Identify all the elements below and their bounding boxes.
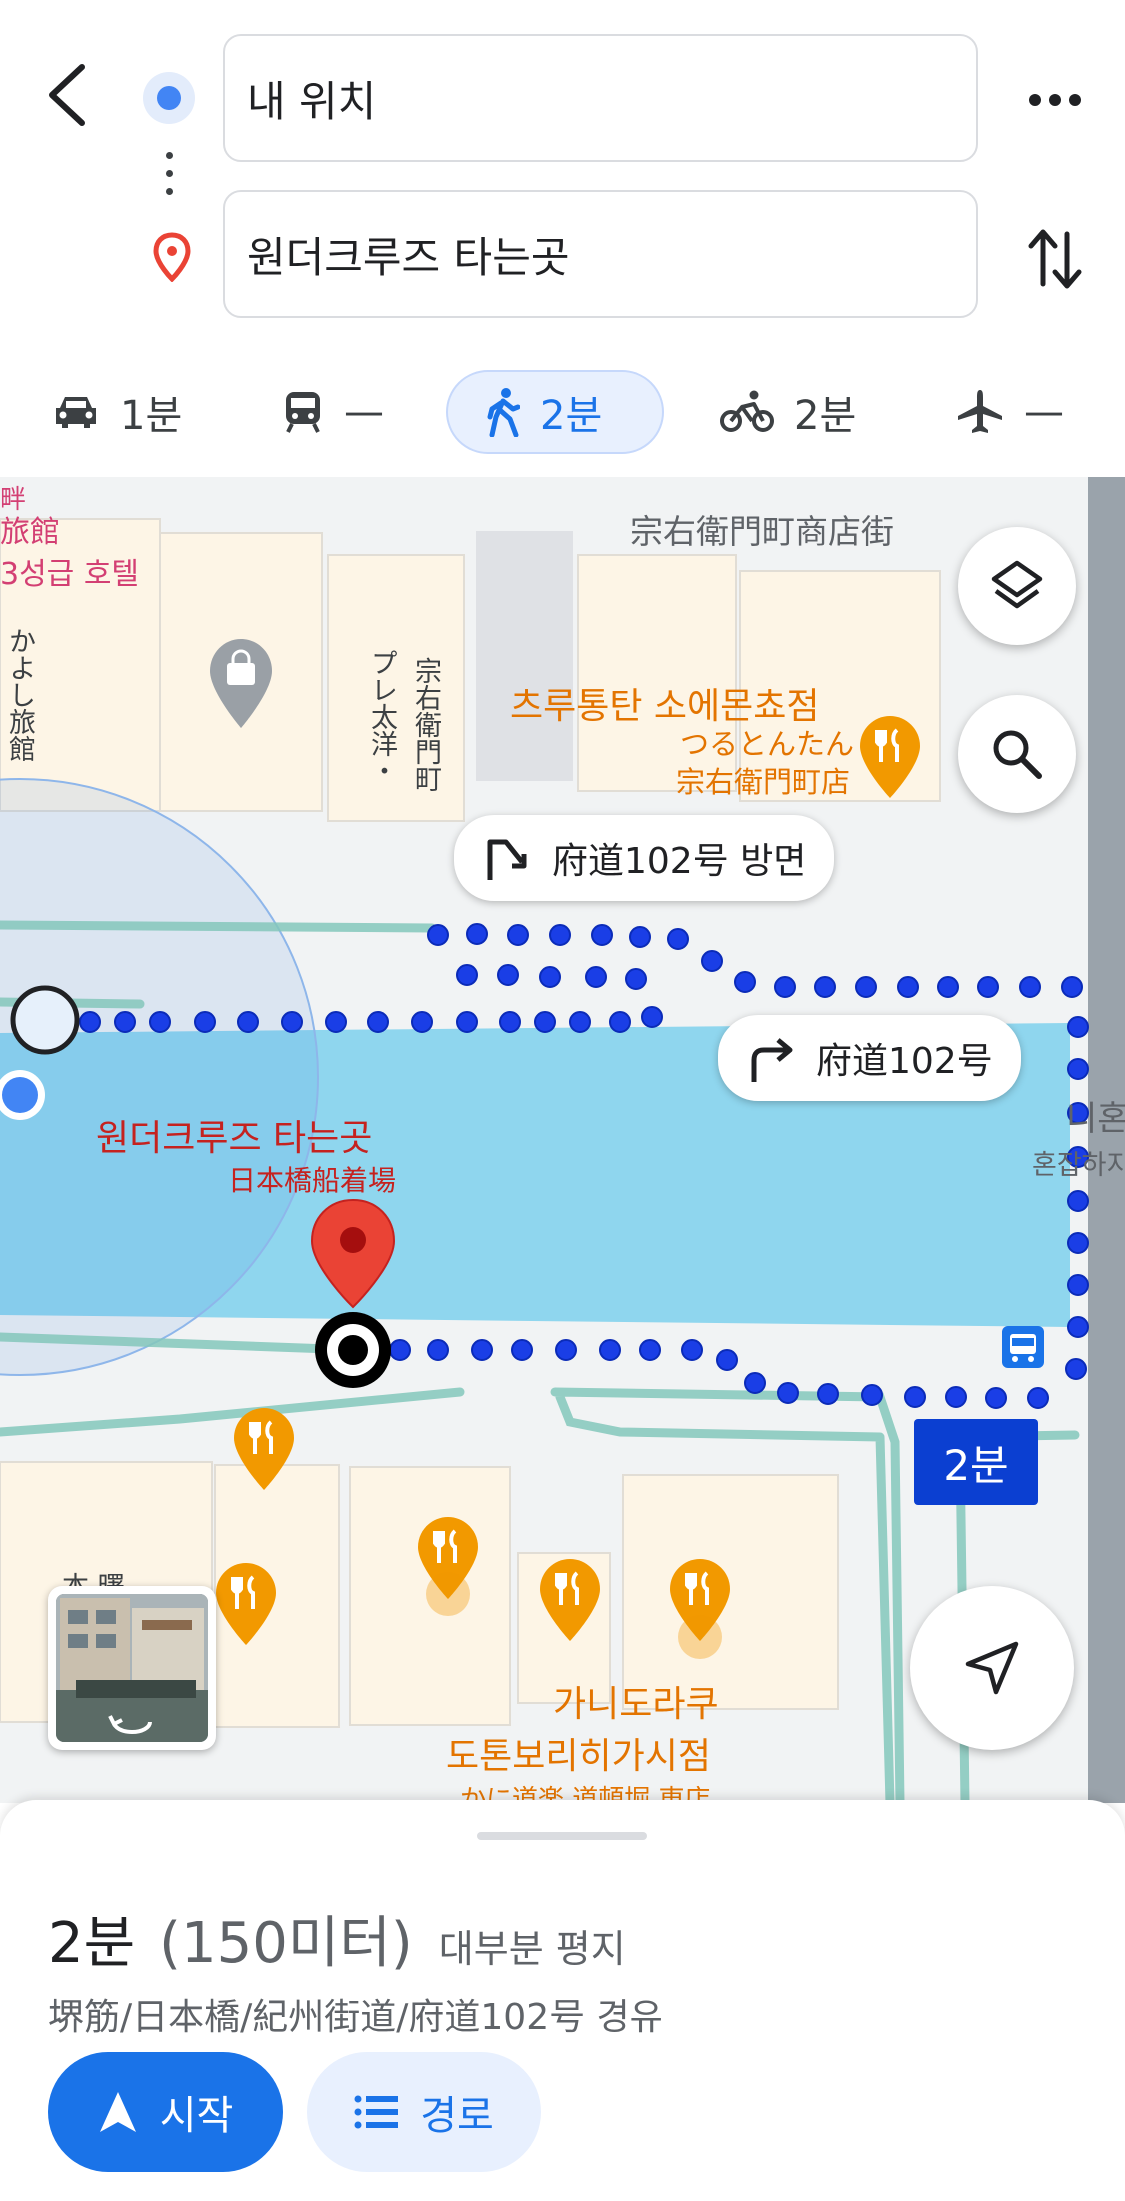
restaurant-sub-label: つるとんたん [680,727,855,761]
origin-location-icon [143,72,195,124]
street-view-image [56,1594,208,1742]
layers-icon [991,560,1043,609]
restaurant-sub-label: 宗右衛門町店 [676,765,851,799]
area-label: 니혼 [1066,1099,1125,1139]
building-label: プレ太洋・ [366,649,397,784]
destination-field[interactable] [223,190,978,318]
route-distance: (150미터) [159,1911,413,1976]
turn-right-icon [751,1038,793,1082]
restaurant-name-label: 가니도라쿠 [553,1684,719,1725]
back-arrow-icon [49,64,85,126]
tab-transit[interactable]: — [282,370,384,454]
tab-walking[interactable]: 2분 [446,370,664,454]
tab-flight[interactable]: — [956,370,1064,454]
turn-callout[interactable]: 府道102号 [718,1015,1021,1101]
bike-icon [720,390,774,432]
turn-right-icon [487,839,527,880]
more-options-button[interactable] [1025,80,1085,120]
destination-input[interactable] [247,192,947,316]
turn-callout-label: 府道102号 방면 [552,841,807,882]
route-summary: 2분 (150미터) 대부분 평지 [48,1898,626,1979]
route-start-marker [10,985,80,1055]
steps-button[interactable]: 경로 [307,2052,541,2172]
car-icon [56,397,96,428]
tab-walking-label: 2분 [540,393,603,439]
navigation-arrow-icon [965,1641,1019,1695]
search-icon [993,730,1042,779]
street-view-thumbnail[interactable] [48,1586,216,1750]
origin-field[interactable] [223,34,978,162]
navigation-start-icon [99,2092,136,2132]
destination-label: 원더크루즈 타는곳 [96,1118,373,1159]
route-terrain: 대부분 평지 [438,1927,626,1971]
plane-icon [958,390,1002,433]
tab-driving-label: 1분 [120,393,183,439]
back-button[interactable] [40,55,100,135]
turn-callout-label: 府道102号 [816,1041,993,1082]
area-label: 혼잡하지 [1032,1150,1125,1181]
destination-pin-icon [153,232,191,282]
steps-button-label: 경로 [420,2093,494,2139]
tab-driving[interactable]: 1분 [52,370,182,454]
layers-button[interactable] [958,527,1076,645]
street-label: 宗右衛門町商店街 [630,512,894,551]
route-via: 堺筋/日本橋/紀州街道/府道102号 경유 [48,1997,663,2038]
hotel-label: 旅館 [0,515,60,550]
map-view[interactable]: 畔 旅館 3성급 호텔 宗右衛門町商店街 かよし旅館 プレ太洋・ 宗右衛門町 츠… [0,477,1125,1803]
hotel-rating-label: 3성급 호텔 [0,557,140,592]
turn-callout[interactable]: 府道102号 방면 [454,815,835,901]
train-icon [286,392,320,433]
route-connector-icon [166,152,174,202]
origin-input[interactable] [247,36,947,160]
start-button[interactable]: 시작 [48,2052,283,2172]
tab-flight-label: — [1024,389,1064,435]
swap-directions-button[interactable] [1025,224,1085,294]
restaurant-name-label: 도톤보리히가시점 [446,1736,711,1777]
directions-header: 1분 — 2분 2분 [0,0,1125,477]
list-icon [354,2095,399,2129]
travel-mode-tabs: 1분 — 2분 2분 — [0,368,1125,468]
route-summary-sheet: 2분 (150미터) 대부분 평지 堺筋/日本橋/紀州街道/府道102号 경유 … [0,1800,1125,2201]
building-label: 宗右衛門町 [410,657,441,792]
map-search-button[interactable] [958,695,1076,813]
route-time: 2분 [48,1911,136,1976]
start-button-label: 시작 [159,2093,234,2139]
swap-icon [1028,229,1082,289]
tab-transit-label: — [344,389,384,435]
tab-cycling[interactable]: 2분 [720,370,856,454]
tab-cycling-label: 2분 [794,393,857,439]
more-dots-icon [1029,94,1081,106]
walk-icon [487,388,520,437]
sheet-drag-handle[interactable] [477,1832,647,1840]
route-duration-badge[interactable]: 2분 [914,1419,1038,1505]
my-location-button[interactable] [910,1586,1074,1750]
building-label: かよし旅館 [4,627,35,762]
destination-sub-label: 日本橋船着場 [228,1164,397,1197]
